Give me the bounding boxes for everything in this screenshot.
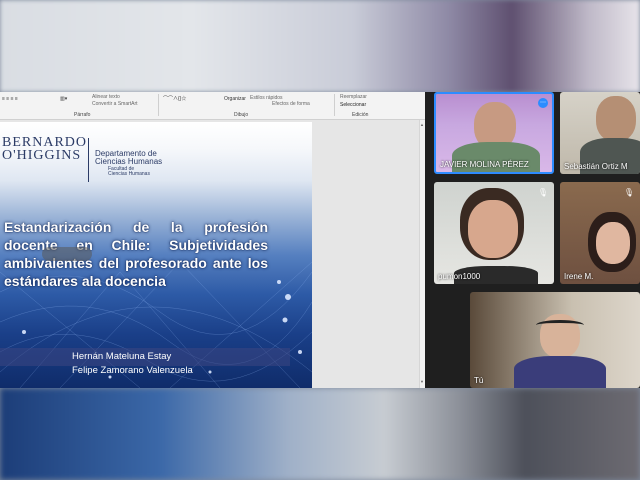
blurred-background-bottom [0,388,640,480]
slide-authors: Hernán Mateluna Estay Felipe Zamorano Va… [72,351,193,376]
participant-body [514,356,606,388]
participant-body [452,142,540,172]
video-tile-javier[interactable]: ⋯ JAVIER MOLINA PÉREZ [434,92,554,174]
text-direction-button[interactable]: Alinear texto [92,94,120,100]
paragraph-group-label: Párrafo [74,112,91,118]
video-tile-self[interactable]: Tú [470,292,640,388]
participant-name: Sebastián Ortiz M [564,162,628,171]
participant-face [468,200,518,258]
columns-icon[interactable]: ▥▾ [60,96,67,102]
draw-group-label: Dibujo [234,112,249,118]
participant-face [596,222,630,264]
shapes-gallery-icon[interactable]: ⌒⌒∧{}☆ [163,95,186,102]
participant-video-panel: ⋯ JAVIER MOLINA PÉREZ Sebastián Ortiz M … [425,92,640,388]
select-button[interactable]: Seleccionar [340,102,366,108]
muted-mic-icon: 🎙︎ [623,188,634,197]
blurred-background-top [0,0,640,92]
mouse-cursor-overlay [42,247,92,261]
participant-name: Tú [474,376,484,385]
align-left-icon[interactable]: ≡ ≡ ≡ ≡ [2,96,18,102]
video-tile-pumon1000[interactable]: 🎙︎ pumon1000 [434,182,554,284]
logo-divider [88,138,89,182]
video-tile-sebastian[interactable]: Sebastián Ortiz M [560,92,640,174]
shape-effects-button[interactable]: Efectos de forma [272,101,310,107]
ribbon-separator [158,94,159,116]
powerpoint-ribbon: ≡ ≡ ≡ ≡ ▥▾ Alinear texto Convertir a Sma… [0,92,425,120]
presentation-slide[interactable]: BERNARDO O'HIGGINS Departamento de Cienc… [0,122,312,388]
faculty-name: Facultad de Ciencias Humanas [108,166,150,177]
slide-editing-area: BERNARDO O'HIGGINS Departamento de Cienc… [0,120,425,388]
replace-button[interactable]: Reemplazar [340,94,367,100]
screen-share-window: ≡ ≡ ≡ ≡ ▥▾ Alinear texto Convertir a Sma… [0,92,640,388]
department-name: Departamento de Ciencias Humanas [95,149,163,166]
scroll-up-icon[interactable]: ▲ [420,122,424,127]
participant-name: pumon1000 [438,272,481,281]
participant-name: JAVIER MOLINA PÉREZ [440,160,529,169]
video-tile-irene[interactable]: 🎙︎ Irene M. [560,182,640,284]
speaking-indicator-icon: ⋯ [538,98,548,108]
scroll-down-icon[interactable]: ▼ [420,379,424,384]
headset-icon [536,320,584,330]
university-name: BERNARDO O'HIGGINS [2,135,88,163]
participant-face [596,96,636,142]
edit-group-label: Edición [352,112,369,118]
organize-button[interactable]: Organizar [224,96,246,102]
ribbon-separator [334,94,335,116]
muted-mic-icon: 🎙︎ [537,188,548,197]
participant-name: Irene M. [564,272,594,281]
smartart-button[interactable]: Convertir a SmartArt [92,101,138,107]
